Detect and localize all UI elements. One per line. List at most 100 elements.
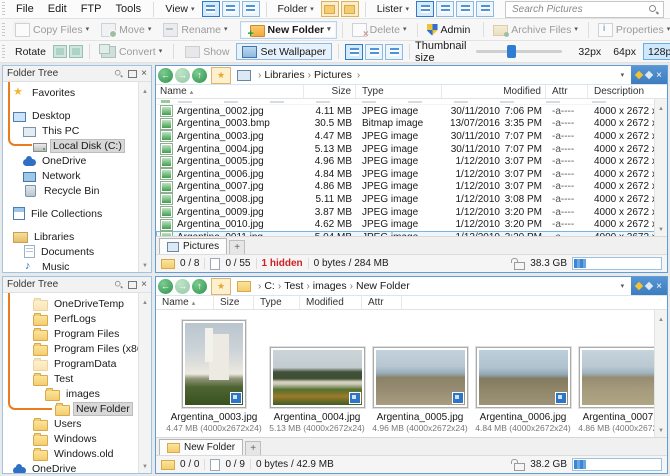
view-mode-3-button[interactable] [241, 1, 260, 17]
tree-item[interactable]: Program Files [3, 326, 139, 341]
menu-item[interactable]: FTP [74, 1, 109, 17]
thumb-view-2-button[interactable] [365, 43, 384, 60]
view-mode-2-button[interactable] [221, 1, 240, 17]
panel-float-icon[interactable] [128, 69, 138, 78]
toolbar-button[interactable]: Move ▾ [96, 22, 156, 38]
search-input[interactable] [510, 2, 648, 16]
scroll-up-icon[interactable] [658, 312, 664, 324]
thumbnail-item[interactable]: Argentina_0003.jpg 4.47 MB (4000x2672x24… [166, 314, 262, 433]
favorites-button[interactable] [211, 277, 231, 295]
thumbnail-item[interactable]: Argentina_0006.jpg 4.84 MB (4000x2672x24… [474, 314, 572, 433]
file-row[interactable]: Argentina_0005.jpg 4.96 MB JPEG image 1/… [156, 155, 667, 168]
favorites-button[interactable] [211, 66, 231, 84]
scroll-up-icon[interactable] [142, 295, 148, 307]
toolbar-button[interactable]: Rename ▾ [158, 22, 232, 38]
close-icon[interactable] [141, 279, 147, 290]
lister-mode-2-button[interactable] [436, 1, 454, 17]
file-row[interactable]: Argentina_0006.jpg 4.84 MB JPEG image 1/… [156, 168, 667, 181]
tree-item[interactable]: Windows [3, 431, 139, 446]
scroll-up-icon[interactable] [658, 101, 664, 113]
toolbar-grip[interactable] [2, 2, 5, 16]
thumbnail-size-slider[interactable] [476, 45, 563, 58]
column-header-size[interactable]: Size [304, 85, 356, 98]
breadcrumb-segment[interactable]: Pictures [305, 69, 352, 81]
show-button[interactable]: Show [180, 45, 234, 59]
back-button[interactable] [158, 278, 173, 294]
tree-item[interactable]: New Folder [3, 401, 139, 416]
tree-item[interactable]: Music [3, 259, 139, 273]
column-header-modified[interactable]: Modified [442, 85, 546, 98]
tree-item[interactable]: Favorites [3, 85, 139, 100]
column-header-name[interactable]: Name [156, 296, 214, 309]
scrollbar[interactable] [138, 82, 151, 272]
thumbnail-item[interactable]: Argentina_0004.jpg 5.13 MB (4000x2672x24… [268, 314, 366, 433]
tree-item[interactable]: File Collections [3, 206, 139, 221]
lister-mode-4-button[interactable] [476, 1, 494, 17]
column-header-attr[interactable]: Attr [546, 85, 588, 98]
search-box[interactable] [505, 0, 664, 18]
slider-handle[interactable] [507, 45, 517, 58]
toolbar-button[interactable]: Properties ▾ [587, 21, 670, 38]
file-row[interactable]: Argentina_0011.jpg 5.04 MB JPEG image 1/… [156, 230, 667, 236]
tree-item[interactable]: Network [3, 168, 139, 183]
forward-button[interactable] [175, 278, 190, 294]
close-icon[interactable] [656, 69, 662, 81]
toolbar-grip[interactable] [2, 44, 5, 59]
scrollbar[interactable] [138, 293, 151, 473]
tree-item[interactable]: OneDriveTemp [3, 296, 139, 311]
scrollbar[interactable] [654, 99, 667, 236]
tree-item[interactable]: Desktop [3, 108, 139, 123]
file-row[interactable]: Argentina_0003.bmp 30.5 MB Bitmap image … [156, 117, 667, 131]
up-button[interactable] [192, 278, 207, 294]
pane-pin-icon[interactable] [634, 70, 644, 80]
scroll-up-icon[interactable] [142, 84, 148, 96]
lister-mode-3-button[interactable] [456, 1, 474, 17]
file-row[interactable]: Argentina_0007.jpg 4.86 MB JPEG image 1/… [156, 180, 667, 194]
toolbar-button[interactable]: New Folder ▾ [239, 20, 337, 39]
tree-item[interactable]: This PC [3, 123, 139, 138]
folder-tool-1-button[interactable] [320, 1, 339, 17]
file-row[interactable]: Argentina_0008.jpg 5.11 MB JPEG image 1/… [156, 193, 667, 206]
toolbar-button[interactable]: Delete ▾ [341, 21, 412, 39]
tree-item[interactable]: Windows.old [3, 446, 139, 461]
close-icon[interactable] [656, 280, 662, 292]
new-tab-button[interactable] [229, 240, 246, 254]
tree-item[interactable]: Users [3, 416, 139, 431]
tree-item[interactable]: Local Disk (C:) [3, 138, 139, 153]
pane-float-icon[interactable] [644, 70, 654, 80]
thumb-view-1-button[interactable] [345, 43, 364, 60]
menu-item[interactable]: File [9, 1, 41, 17]
column-header-size[interactable]: Size [214, 296, 254, 309]
scroll-down-icon[interactable] [658, 423, 664, 435]
breadcrumb-segment[interactable]: C: [255, 280, 275, 292]
column-header-description[interactable]: Description [588, 85, 655, 98]
view-menu-button[interactable]: View [160, 2, 199, 16]
lister-mode-1-button[interactable] [416, 1, 434, 17]
thumb-size-button[interactable]: 64px [608, 44, 641, 59]
new-tab-button[interactable] [245, 441, 262, 455]
scrollbar[interactable] [654, 310, 667, 437]
thumb-size-button[interactable]: 32px [573, 44, 606, 59]
toolbar-button[interactable]: Archive Files ▾ [483, 22, 583, 37]
breadcrumb-segment[interactable]: New Folder [347, 280, 410, 292]
breadcrumb-segment[interactable]: Libraries [255, 69, 304, 81]
lister-menu-button[interactable]: Lister [372, 2, 414, 16]
thumb-size-button[interactable]: 128px [642, 43, 670, 60]
folder-tool-2-button[interactable] [340, 1, 359, 17]
menu-item[interactable]: Tools [108, 1, 148, 17]
tree-item[interactable]: ProgramData [3, 356, 139, 371]
tree-item[interactable]: Program Files (x86) [3, 341, 146, 356]
rotate-left-icon[interactable] [52, 45, 67, 58]
view-mode-1-button[interactable] [201, 1, 220, 17]
file-row[interactable]: Argentina_0009.jpg 3.87 MB JPEG image 1/… [156, 206, 667, 219]
tree-item[interactable]: OneDrive [3, 461, 139, 473]
tab-pictures[interactable]: Pictures [159, 238, 228, 254]
set-wallpaper-button[interactable]: Set Wallpaper [236, 43, 333, 60]
rotate-right-icon[interactable] [68, 45, 83, 58]
back-button[interactable] [158, 67, 173, 83]
tree-item[interactable]: Libraries [3, 229, 139, 244]
toolbar-grip[interactable] [2, 22, 5, 37]
address-dropdown-icon[interactable] [616, 283, 630, 290]
column-header-name[interactable]: Name [156, 85, 304, 98]
panel-search-icon[interactable] [114, 69, 123, 78]
